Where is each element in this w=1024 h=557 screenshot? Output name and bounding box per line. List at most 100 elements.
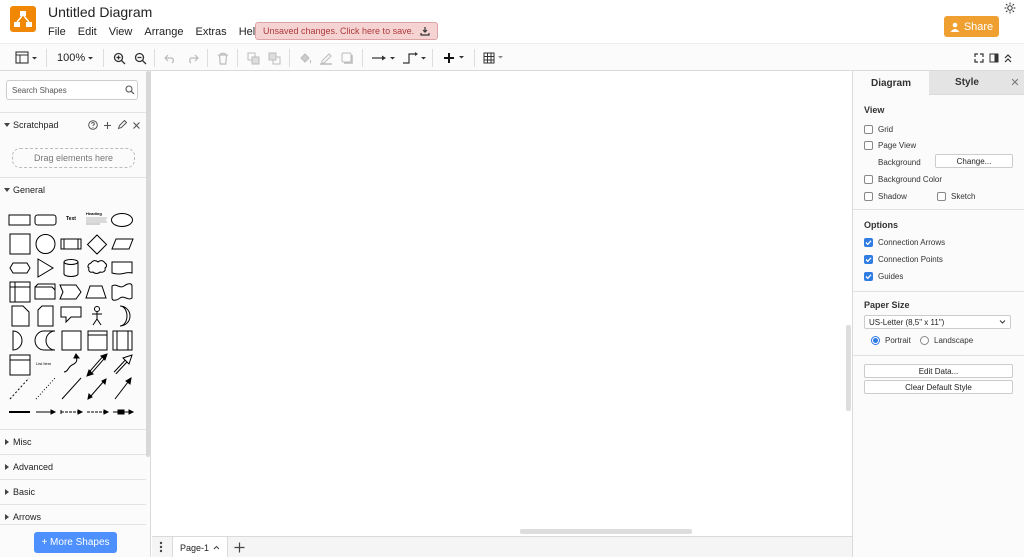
tab-style[interactable]: Style	[929, 71, 1005, 95]
shadow-option[interactable]: Shadow	[864, 190, 907, 202]
shape-heading[interactable]: Heading	[86, 211, 108, 227]
close-icon[interactable]	[132, 121, 141, 130]
toolbar: 100%	[0, 43, 1024, 71]
undo-icon[interactable]	[164, 50, 177, 66]
diagram-canvas[interactable]	[152, 71, 852, 536]
connection-arrows-checkbox[interactable]	[864, 237, 873, 247]
menu-view[interactable]: View	[103, 24, 139, 40]
canvas-horizontal-scrollbar[interactable]	[520, 529, 692, 534]
tab-diagram[interactable]: Diagram	[853, 71, 929, 95]
shape-cube	[34, 283, 56, 300]
landscape-radio[interactable]	[920, 335, 929, 345]
shape-dashed-line	[9, 377, 30, 400]
arrows-section-header[interactable]: Arrows	[0, 505, 146, 529]
sun-icon[interactable]	[1004, 2, 1016, 14]
menu-arrange[interactable]: Arrange	[138, 24, 189, 40]
delete-icon[interactable]	[217, 50, 229, 66]
share-label: Share	[963, 20, 994, 33]
menu-bar: File Edit View Arrange Extras Help	[42, 24, 267, 40]
collapse-icon[interactable]	[1003, 50, 1013, 66]
portrait-option[interactable]: Portrait	[871, 334, 911, 346]
zoom-dropdown[interactable]: 100%	[57, 50, 95, 66]
zoom-in-icon[interactable]	[113, 50, 126, 66]
shape-text[interactable]: Text	[66, 216, 76, 222]
shape-tape	[111, 283, 133, 301]
menu-file[interactable]: File	[42, 24, 72, 40]
canvas-vertical-scrollbar[interactable]	[846, 325, 851, 411]
paper-size-select[interactable]: US-Letter (8,5" x 11")	[864, 315, 1011, 329]
menu-extras[interactable]: Extras	[190, 24, 233, 40]
redo-icon[interactable]	[186, 50, 199, 66]
sketch-option[interactable]: Sketch	[937, 190, 975, 202]
close-panel-icon[interactable]: ✕	[1005, 71, 1024, 95]
add-page-icon[interactable]	[234, 542, 245, 553]
page-tab[interactable]: Page-1	[172, 537, 228, 557]
connection-points-option[interactable]: Connection Points	[864, 253, 943, 265]
advanced-section-header[interactable]: Advanced	[0, 455, 146, 479]
misc-label: Misc	[13, 437, 32, 447]
fill-color-icon[interactable]	[299, 50, 312, 66]
page-view-option[interactable]: Page View	[864, 139, 916, 151]
connection-points-checkbox[interactable]	[864, 254, 873, 264]
drawio-logo-icon[interactable]	[10, 6, 36, 32]
fullscreen-icon[interactable]	[974, 50, 984, 66]
grid-option[interactable]: Grid	[864, 123, 893, 135]
guides-option[interactable]: Guides	[864, 270, 903, 282]
help-icon[interactable]	[88, 120, 98, 130]
diagram-title[interactable]: Untitled Diagram	[48, 4, 152, 20]
page-tab-label: Page-1	[179, 542, 210, 553]
general-section-header[interactable]: General	[0, 178, 146, 202]
sketch-checkbox[interactable]	[937, 191, 946, 201]
add-icon[interactable]	[103, 121, 112, 130]
shadow-checkbox[interactable]	[864, 191, 873, 201]
connection-arrows-option[interactable]: Connection Arrows	[864, 236, 945, 248]
search-shapes-input[interactable]	[12, 84, 122, 97]
to-back-icon[interactable]	[268, 50, 281, 66]
table-icon[interactable]	[483, 50, 509, 66]
scratchpad-drop-area[interactable]: Drag elements here	[12, 148, 135, 168]
guides-checkbox[interactable]	[864, 271, 873, 281]
scratchpad-actions	[88, 120, 141, 130]
shape-list-item[interactable]: List Item	[36, 361, 51, 366]
page-view-checkbox[interactable]	[864, 140, 873, 150]
view-panels-icon[interactable]	[15, 50, 39, 66]
change-background-button[interactable]: Change...	[935, 154, 1013, 168]
expand-triangle-icon	[0, 464, 13, 470]
basic-section-header[interactable]: Basic	[0, 480, 146, 504]
shadow-icon[interactable]	[341, 50, 354, 66]
zoom-out-icon[interactable]	[134, 50, 147, 66]
portrait-radio[interactable]	[871, 335, 880, 345]
menu-edit[interactable]: Edit	[72, 24, 103, 40]
view-heading: View	[864, 105, 885, 115]
basic-label: Basic	[13, 487, 36, 497]
clear-default-style-button[interactable]: Clear Default Style	[864, 380, 1013, 394]
waypoints-icon[interactable]	[402, 50, 428, 66]
chevron-up-icon[interactable]	[213, 545, 220, 550]
edit-pencil-icon[interactable]	[117, 120, 127, 130]
misc-section-header[interactable]: Misc	[0, 430, 146, 454]
scratchpad-label: Scratchpad	[13, 120, 59, 130]
shape-bidirectional-arrow	[86, 353, 108, 377]
pages-menu-icon[interactable]	[158, 541, 164, 553]
drop-hint: Drag elements here	[33, 153, 114, 163]
shape-internal-storage	[9, 281, 31, 303]
share-button[interactable]: Share	[944, 16, 999, 37]
line-color-icon[interactable]	[319, 50, 333, 66]
edit-data-button[interactable]: Edit Data...	[864, 364, 1013, 378]
background-color-option[interactable]: Background Color	[864, 173, 942, 185]
shape-triangle	[37, 258, 54, 278]
connection-points-label: Connection Points	[878, 254, 943, 264]
connection-arrow-icon[interactable]	[371, 50, 397, 66]
format-panel-icon[interactable]	[989, 50, 999, 66]
sidebar-scrollbar[interactable]	[146, 71, 150, 457]
more-shapes-button[interactable]: + More Shapes	[34, 532, 117, 553]
guides-label: Guides	[878, 271, 904, 281]
unsaved-changes-button[interactable]: Unsaved changes. Click here to save.	[255, 22, 439, 40]
to-front-icon[interactable]	[247, 50, 260, 66]
insert-plus-icon[interactable]	[443, 50, 469, 66]
search-icon[interactable]	[125, 85, 135, 95]
background-color-checkbox[interactable]	[864, 174, 873, 184]
landscape-option[interactable]: Landscape	[920, 334, 973, 346]
grid-checkbox[interactable]	[864, 124, 873, 134]
app-window: Untitled Diagram File Edit View Arrange …	[0, 0, 1024, 557]
